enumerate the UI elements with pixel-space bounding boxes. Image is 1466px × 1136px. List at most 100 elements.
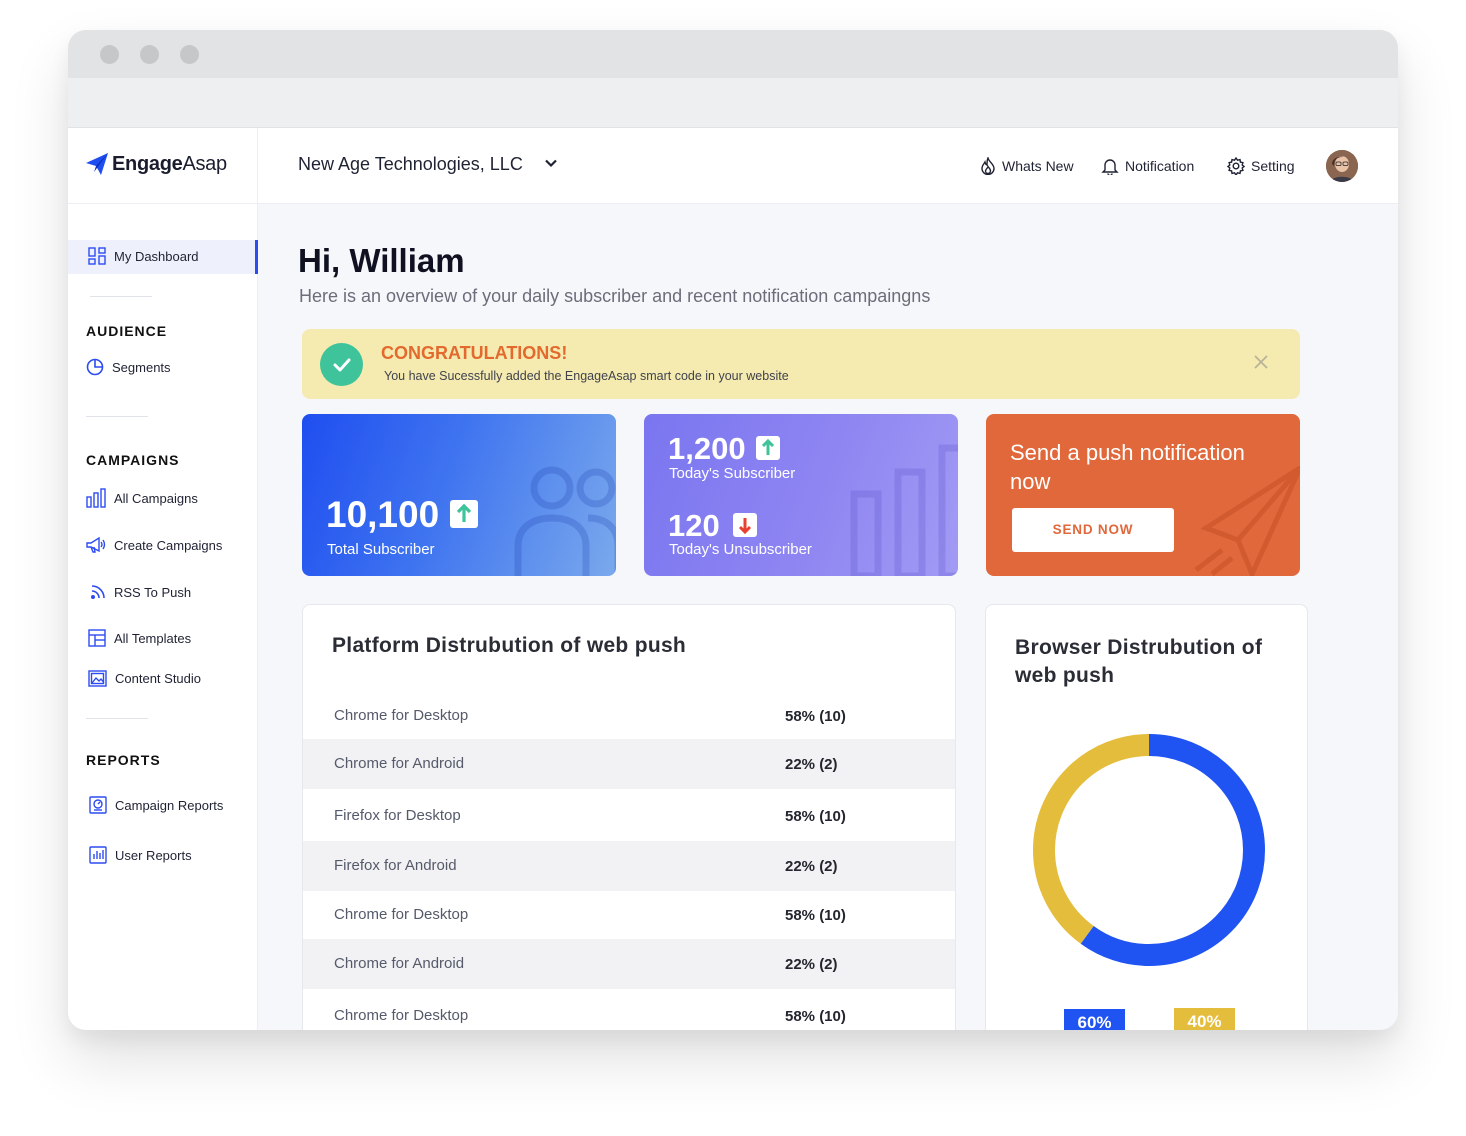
setting-label: Setting (1251, 158, 1295, 174)
maximize-window-dot[interactable] (180, 45, 199, 64)
address-bar (68, 78, 1398, 128)
banner-title: CONGRATULATIONS! (381, 343, 568, 363)
send-now-button[interactable]: SEND NOW (1012, 508, 1174, 552)
megaphone-icon (86, 536, 106, 553)
user-avatar[interactable] (1326, 150, 1358, 182)
divider (90, 296, 152, 297)
platform-name: Chrome for Android (334, 755, 465, 772)
sidebar-item-user-reports[interactable]: User Reports (89, 846, 192, 864)
notification-button[interactable]: Notification (1101, 157, 1194, 175)
divider (86, 416, 148, 417)
sidebar-item-label: Create Campaigns (114, 537, 223, 553)
platform-value: 58% (10) (785, 1008, 846, 1025)
send-push-title: Send a push notification now (1010, 440, 1245, 494)
template-layout-icon (88, 629, 106, 647)
minimize-window-dot[interactable] (140, 45, 159, 64)
setting-button[interactable]: Setting (1227, 157, 1295, 175)
success-banner: CONGRATULATIONS! You have Sucessfully ad… (302, 329, 1300, 399)
sidebar-item-label: All Campaigns (114, 490, 198, 506)
sidebar-item-content-studio[interactable]: Content Studio (88, 670, 201, 687)
sidebar-item-label: Campaign Reports (115, 797, 224, 813)
sidebar: EngageAsap My Dashboard AUDIENCE Segment… (68, 128, 258, 1030)
top-bar: New Age Technologies, LLC Whats New Noti… (258, 128, 1398, 204)
logo-text[interactable]: EngageAsap (112, 153, 227, 176)
sidebar-item-dashboard-content[interactable]: My Dashboard (88, 247, 199, 265)
platform-name: Firefox for Desktop (334, 807, 461, 824)
table-row: Chrome for Desktop 58% (10) (303, 890, 955, 940)
platform-value: 22% (2) (785, 858, 838, 875)
sidebar-item-rss-to-push[interactable]: RSS To Push (90, 584, 191, 600)
table-row: Chrome for Desktop 58% (10) (303, 991, 955, 1030)
platform-value: 22% (2) (785, 956, 838, 973)
platform-name: Chrome for Desktop (334, 1007, 469, 1024)
total-subscriber-label: Total Subscriber (327, 541, 435, 558)
report-gauge-icon (89, 796, 107, 814)
today-subscriber-card: 1,200 Today's Subscriber 120 Today's Uns… (644, 414, 958, 576)
platform-name: Chrome for Desktop (334, 707, 469, 724)
sidebar-item-label: Content Studio (115, 671, 202, 686)
sidebar-item-all-templates[interactable]: All Templates (88, 629, 191, 647)
pie-chart-icon (86, 358, 104, 376)
platform-value: 58% (10) (785, 907, 846, 924)
banner-text: You have Sucessfully added the EngageAsa… (384, 369, 789, 383)
users-icon (514, 466, 616, 576)
platform-value: 58% (10) (785, 808, 846, 825)
logo-area: EngageAsap (68, 128, 258, 204)
sidebar-item-label: All Templates (114, 630, 192, 646)
sidebar-item-label: User Reports (115, 847, 192, 863)
arrow-up-icon (450, 500, 478, 528)
user-report-chart-icon (89, 846, 107, 864)
section-title-reports: REPORTS (86, 752, 161, 768)
total-subscriber-card: 10,100 Total Subscriber (302, 414, 616, 576)
arrow-up-icon (756, 436, 780, 460)
platform-value: 58% (10) (785, 708, 846, 725)
sidebar-item-create-campaigns[interactable]: Create Campaigns (86, 536, 222, 554)
whats-new-button[interactable]: Whats New (980, 157, 1074, 175)
company-selector[interactable]: New Age Technologies, LLC (298, 154, 523, 175)
table-row: Chrome for Android 22% (2) (303, 739, 955, 789)
today-subscriber-value: 1,200 (668, 431, 746, 466)
browser-distribution-panel: Browser Distrubution of web push 60% 40% (985, 604, 1308, 1030)
legend-label-0: 60% (1064, 1009, 1125, 1030)
check-circle-icon (320, 343, 363, 386)
arrow-down-icon (733, 513, 757, 537)
main-content: Hi, William Here is an overview of your … (258, 204, 1398, 1030)
page-title: Hi, William (298, 242, 465, 279)
platform-name: Firefox for Android (334, 857, 457, 874)
paper-plane-logo-icon (86, 153, 108, 175)
page-subtitle: Here is an overview of your daily subscr… (299, 286, 931, 306)
platform-name: Chrome for Desktop (334, 906, 469, 923)
legend-label-1: 40% (1174, 1008, 1235, 1030)
whats-new-label: Whats New (1002, 158, 1074, 174)
table-row: Chrome for Android 22% (2) (303, 939, 955, 989)
section-title-audience: AUDIENCE (86, 323, 168, 339)
sidebar-item-label: RSS To Push (114, 584, 192, 600)
table-row: Chrome for Desktop 58% (10) (303, 691, 955, 741)
gear-icon (1227, 157, 1245, 175)
notification-label: Notification (1125, 158, 1195, 174)
image-gallery-icon (88, 670, 107, 687)
bell-icon (1101, 159, 1119, 175)
close-icon[interactable] (1252, 353, 1270, 371)
sidebar-item-segments[interactable]: Segments (86, 358, 171, 376)
browser-panel-title: Browser Distrubution of web push (1015, 636, 1263, 687)
total-subscriber-value: 10,100 (326, 494, 440, 535)
platform-name: Chrome for Android (334, 955, 465, 972)
platform-panel-title: Platform Distrubution of web push (332, 634, 687, 657)
today-unsubscriber-label: Today's Unsubscriber (669, 541, 812, 558)
platform-distribution-panel: Platform Distrubution of web push Chrome… (302, 604, 956, 1030)
dashboard-grid-icon (88, 247, 106, 265)
sidebar-item-all-campaigns[interactable]: All Campaigns (86, 488, 198, 508)
title-bar (68, 30, 1398, 78)
sidebar-item-campaign-reports[interactable]: Campaign Reports (89, 796, 223, 814)
platform-value: 22% (2) (785, 756, 838, 773)
section-title-campaigns: CAMPAIGNS (86, 452, 180, 468)
close-window-dot[interactable] (100, 45, 119, 64)
divider (86, 718, 148, 719)
bar-chart-icon (86, 488, 106, 508)
chevron-down-icon[interactable] (544, 156, 558, 170)
browser-window: EngageAsap My Dashboard AUDIENCE Segment… (68, 30, 1398, 1030)
today-unsubscriber-value: 120 (668, 508, 720, 543)
rss-icon (90, 585, 105, 600)
browser-donut-chart (1033, 734, 1265, 966)
